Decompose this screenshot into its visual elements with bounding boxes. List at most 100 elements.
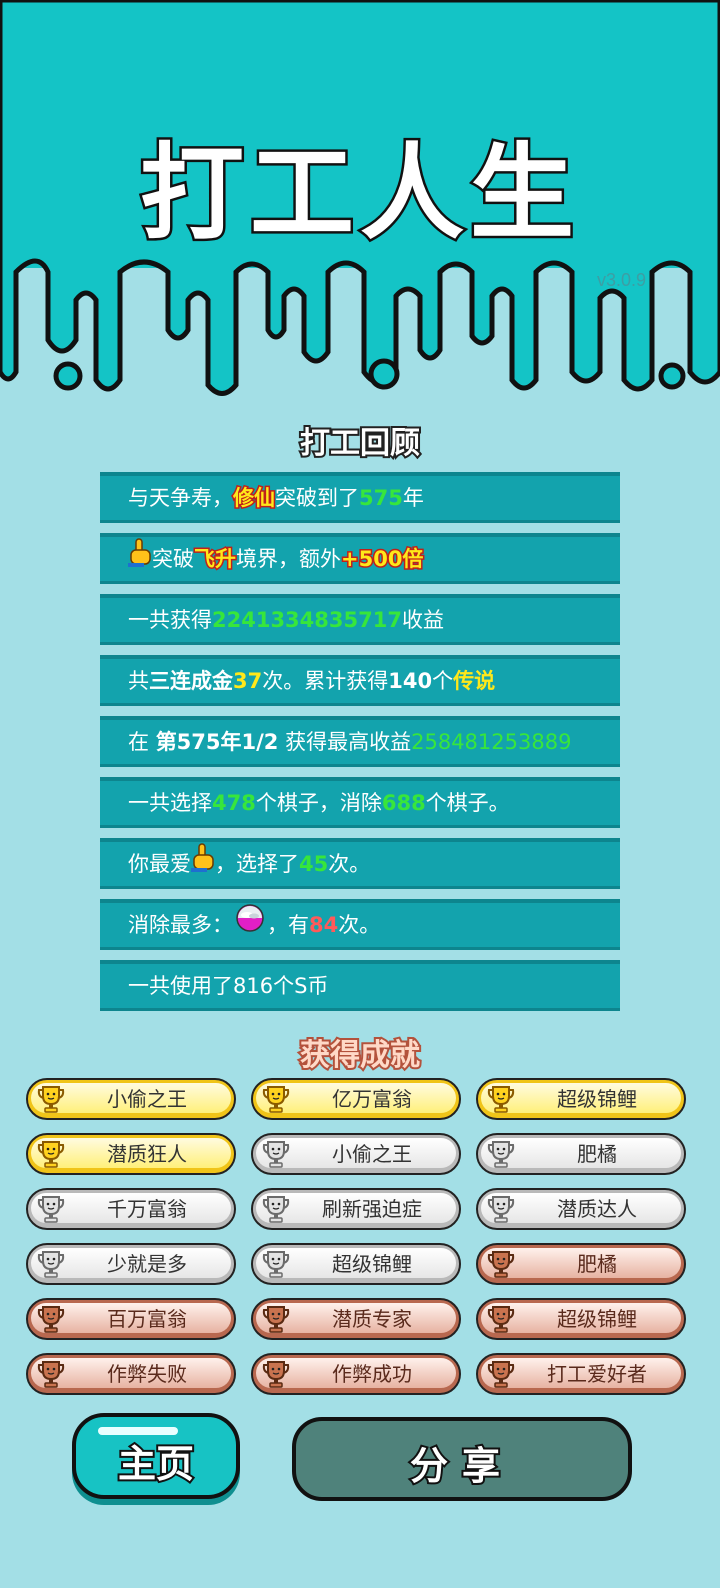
- achievement-badge[interactable]: 作弊成功: [251, 1353, 461, 1395]
- achievement-label: 小偷之王: [107, 1087, 187, 1111]
- share-button[interactable]: 分享: [292, 1417, 632, 1501]
- row-highlight: +500倍: [339, 546, 424, 573]
- row-text: 次。: [338, 913, 381, 937]
- achievements-heading: 获得成就: [298, 1036, 422, 1075]
- row-text: ，选择了: [215, 852, 299, 876]
- review-list: 与天争寿，修仙突破到了575年 突破飞升境界，额外+500倍 一共获得22413…: [100, 472, 620, 1021]
- achievement-badge[interactable]: 小偷之王: [251, 1133, 461, 1175]
- achievement-badge[interactable]: 少就是多: [26, 1243, 236, 1285]
- header: 打工人生 v3.0.9: [0, 0, 720, 420]
- row-text: 个棋子。: [425, 791, 510, 815]
- row-text: 年: [402, 486, 424, 510]
- trophy-icon: [261, 1139, 291, 1173]
- review-row-ascend: 突破飞升境界，额外+500倍: [100, 533, 620, 584]
- trophy-icon: [36, 1359, 66, 1393]
- row-highlight: 传说: [453, 669, 496, 693]
- review-row-most-removed: 消除最多： ，有84次。: [100, 899, 620, 950]
- achievements-grid: 小偷之王 亿万富翁 超级锦鲤 潜质狂人 小偷之王 肥橘 千万富翁 刷新强迫症 潜质达人 少就是多超…: [26, 1078, 696, 1395]
- row-number: 2241334835717: [212, 608, 402, 632]
- review-row-triple: 共三连成金37次。累计获得140个传说: [100, 655, 620, 706]
- achievement-label: 少就是多: [107, 1252, 187, 1276]
- row-text: ，有: [267, 913, 309, 937]
- row-text: 一共获得: [128, 608, 212, 632]
- row-text: 个棋子，消除: [255, 791, 382, 815]
- row-number: 688: [381, 791, 426, 815]
- trophy-icon: [486, 1359, 516, 1393]
- trophy-icon: [261, 1194, 291, 1228]
- row-text: 次。: [328, 852, 371, 876]
- row-text: 在: [128, 730, 156, 754]
- trophy-icon: [261, 1304, 291, 1338]
- achievement-label: 潜质专家: [332, 1307, 412, 1331]
- row-text: 与天争寿，: [128, 486, 233, 510]
- achievement-label: 超级锦鲤: [557, 1087, 637, 1111]
- pointing-hand-icon: [128, 534, 152, 584]
- review-row-best: 在 第575年1/2 获得最高收益258481253889: [100, 716, 620, 767]
- trophy-icon: [36, 1249, 66, 1283]
- trophy-icon: [36, 1139, 66, 1173]
- achievement-badge[interactable]: 打工爱好者: [476, 1353, 686, 1395]
- review-row-pieces: 一共选择478个棋子，消除688个棋子。: [100, 777, 620, 828]
- review-row-coins: 一共使用了816个S币: [100, 960, 620, 1011]
- trophy-icon: [261, 1084, 291, 1118]
- home-button[interactable]: 主页: [72, 1413, 240, 1499]
- achievement-badge[interactable]: 肥橘: [476, 1133, 686, 1175]
- achievement-label: 肥橘: [577, 1252, 617, 1276]
- row-number: 478: [212, 791, 256, 815]
- row-text: 一共使用了816个S币: [128, 974, 329, 998]
- trophy-icon: [486, 1139, 516, 1173]
- row-number: 84: [309, 913, 339, 937]
- home-button-label: 主页: [116, 1440, 196, 1488]
- achievement-badge[interactable]: 潜质专家: [251, 1298, 461, 1340]
- cloud-orb-icon: [235, 900, 265, 950]
- achievement-label: 潜质达人: [557, 1197, 637, 1221]
- achievement-badge[interactable]: 潜质狂人: [26, 1133, 236, 1175]
- achievement-label: 亿万富翁: [332, 1087, 412, 1111]
- achievement-label: 作弊成功: [332, 1362, 412, 1386]
- achievement-label: 潜质狂人: [107, 1142, 187, 1166]
- row-text: 消除最多：: [128, 913, 233, 937]
- row-number: 258481253889: [411, 730, 572, 754]
- review-row-favorite: 你最爱 ，选择了45次。: [100, 838, 620, 889]
- achievement-label: 作弊失败: [107, 1362, 187, 1386]
- trophy-icon: [486, 1304, 516, 1338]
- row-number: 45: [299, 852, 329, 876]
- achievement-badge[interactable]: 小偷之王: [26, 1078, 236, 1120]
- achievement-label: 打工爱好者: [547, 1362, 647, 1386]
- review-row-lifespan: 与天争寿，修仙突破到了575年: [100, 472, 620, 523]
- row-text: 突破到了: [275, 486, 359, 510]
- review-heading: 打工回顾: [298, 424, 422, 463]
- row-number: 37: [233, 669, 263, 693]
- trophy-icon: [36, 1304, 66, 1338]
- row-text: 获得最高收益: [278, 730, 412, 754]
- trophy-icon: [486, 1249, 516, 1283]
- share-button-label: 分享: [408, 1442, 514, 1490]
- achievement-badge[interactable]: 刷新强迫症: [251, 1188, 461, 1230]
- achievement-badge[interactable]: 千万富翁: [26, 1188, 236, 1230]
- achievement-badge[interactable]: 超级锦鲤: [476, 1298, 686, 1340]
- pointing-hand-icon: [191, 839, 215, 889]
- trophy-icon: [36, 1194, 66, 1228]
- achievement-badge[interactable]: 潜质达人: [476, 1188, 686, 1230]
- achievement-label: 刷新强迫症: [322, 1197, 422, 1221]
- achievement-badge[interactable]: 作弊失败: [26, 1353, 236, 1395]
- row-text: 收益: [401, 608, 444, 632]
- achievement-label: 超级锦鲤: [557, 1307, 637, 1331]
- achievement-label: 超级锦鲤: [332, 1252, 412, 1276]
- achievement-badge[interactable]: 亿万富翁: [251, 1078, 461, 1120]
- version-label: v3.0.9: [596, 270, 646, 290]
- row-text: 一共选择: [128, 791, 212, 815]
- row-text: 你最爱: [128, 852, 191, 876]
- achievement-badge[interactable]: 超级锦鲤: [476, 1078, 686, 1120]
- trophy-icon: [486, 1084, 516, 1118]
- row-highlight: 飞升: [193, 546, 238, 573]
- achievement-badge[interactable]: 超级锦鲤: [251, 1243, 461, 1285]
- achievement-badge[interactable]: 肥橘: [476, 1243, 686, 1285]
- app-title: 打工人生: [137, 130, 580, 257]
- row-bold: 三连成金: [149, 669, 233, 693]
- trophy-icon: [36, 1084, 66, 1118]
- trophy-icon: [261, 1359, 291, 1393]
- achievement-badge[interactable]: 百万富翁: [26, 1298, 236, 1340]
- achievement-label: 百万富翁: [107, 1307, 187, 1331]
- row-text: 突破: [152, 547, 194, 571]
